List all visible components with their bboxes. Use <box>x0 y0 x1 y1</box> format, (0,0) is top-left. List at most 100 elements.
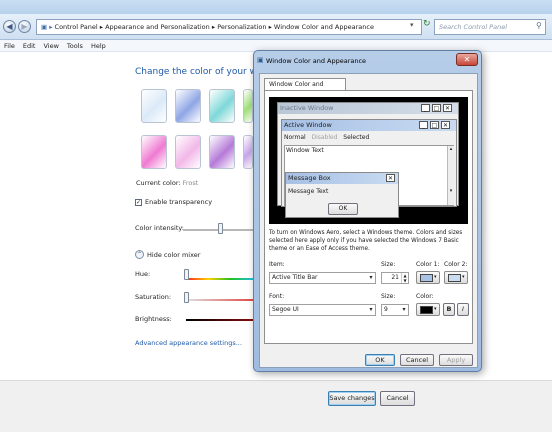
color2-label: Color 2: <box>444 261 468 268</box>
aero-info-text: To turn on Windows Aero, select a Window… <box>269 230 463 252</box>
collapse-chevron-icon[interactable]: ⌃ <box>135 250 144 259</box>
chevron-down-icon: ▾ <box>434 274 437 280</box>
preview-menu: Normal Disabled Selected <box>284 134 369 141</box>
hue-label: Hue: <box>135 270 151 278</box>
navigation-bar: ◀ ▶ ▣ ▸ Control Panel ▸ Appearance and P… <box>0 14 552 40</box>
hue-slider-track <box>186 278 253 280</box>
spin-arrows-icon[interactable]: ▲ ▼ <box>401 273 408 283</box>
item-label: Item: <box>269 261 285 268</box>
font-size-value: 9 <box>384 306 388 313</box>
dialog-cancel-button[interactable]: Cancel <box>400 354 434 366</box>
color-swatch[interactable] <box>243 135 253 169</box>
menu-view[interactable]: View <box>39 40 62 52</box>
current-color: Current color: Frost <box>136 179 198 187</box>
close-icon: ✕ <box>441 121 450 129</box>
font-select[interactable]: Segoe UI ▾ <box>269 304 376 316</box>
dialog-tab-panel: Inactive Window _ □ ✕ Active Window _ □ … <box>264 90 473 344</box>
intensity-label: Color intensity: <box>135 224 184 232</box>
preview-active-title-text: Active Window <box>284 121 332 129</box>
color-swatch[interactable] <box>175 135 201 169</box>
preview-msgbox-text: Message Text <box>288 188 329 195</box>
size-label: Size: <box>381 261 396 268</box>
breadcrumb-window-color[interactable]: Window Color and Appearance <box>274 23 374 31</box>
font-color-label: Color: <box>416 293 434 300</box>
intensity-slider-thumb[interactable] <box>218 223 223 234</box>
italic-toggle[interactable]: I <box>457 303 469 316</box>
hide-color-mixer-link[interactable]: Hide color mixer <box>147 251 200 259</box>
chevron-down-icon: ▾ <box>369 306 373 313</box>
preview-msgbox-title-text: Message Box <box>288 174 331 182</box>
preview-message-box: Message Box ✕ Message Text OK <box>285 172 399 218</box>
search-icon[interactable]: ⚲ <box>536 21 542 30</box>
appearance-preview[interactable]: Inactive Window _ □ ✕ Active Window _ □ … <box>269 97 468 224</box>
chevron-down-icon: ▾ <box>434 306 437 312</box>
footer-bar <box>0 380 552 432</box>
bold-toggle[interactable]: B <box>443 303 455 316</box>
chevron-down-icon: ▾ <box>462 274 465 280</box>
font-color-button[interactable]: ▾ <box>416 303 440 316</box>
address-bar[interactable]: ▣ ▸ Control Panel ▸ Appearance and Perso… <box>36 19 422 35</box>
menu-file[interactable]: File <box>0 40 19 52</box>
saturation-label: Saturation: <box>135 293 172 301</box>
brightness-label: Brightness: <box>135 315 172 323</box>
window-color-dialog: ▣ Window Color and Appearance ✕ Window C… <box>253 50 482 372</box>
search-input[interactable]: Search Control Panel <box>434 19 546 35</box>
save-changes-button[interactable]: Save changes <box>328 391 376 406</box>
back-button[interactable]: ◀ <box>3 20 16 33</box>
preview-inactive-title-text: Inactive Window <box>280 104 334 112</box>
current-color-value: Frost <box>182 179 199 187</box>
menu-tools[interactable]: Tools <box>63 40 87 52</box>
minimize-icon: _ <box>419 121 428 129</box>
transparency-checkbox[interactable]: ✓ <box>135 199 142 206</box>
preview-ok-button: OK <box>328 203 358 215</box>
preview-menu-normal: Normal <box>284 134 306 141</box>
dialog-apply-button[interactable]: Apply <box>439 354 473 366</box>
saturation-slider-thumb[interactable] <box>184 292 189 303</box>
color1-button[interactable]: ▾ <box>416 271 440 284</box>
close-icon: ✕ <box>443 104 452 112</box>
minimize-icon: _ <box>421 104 430 112</box>
breadcrumb-control-panel[interactable]: Control Panel <box>55 23 98 31</box>
transparency-label: Enable transparency <box>145 198 213 206</box>
menu-edit[interactable]: Edit <box>19 40 40 52</box>
dialog-close-button[interactable]: ✕ <box>456 53 478 66</box>
item-select[interactable]: Active Title Bar ▾ <box>269 272 376 284</box>
saturation-slider-track <box>186 299 253 301</box>
font-label: Font: <box>269 293 285 300</box>
chevron-down-icon: ▾ <box>369 274 373 281</box>
hue-slider-thumb[interactable] <box>184 269 189 280</box>
preview-inactive-title: Inactive Window <box>278 103 458 114</box>
color-swatch[interactable] <box>209 89 235 123</box>
color-swatch[interactable] <box>141 135 167 169</box>
item-size-stepper[interactable]: 21 ▲ ▼ <box>381 272 409 284</box>
color-swatch[interactable] <box>243 89 253 123</box>
breadcrumb-personalization[interactable]: Personalization <box>217 23 266 31</box>
preview-window-text: Window Text <box>286 147 324 154</box>
forward-button[interactable]: ▶ <box>18 20 31 33</box>
color2-button[interactable]: ▾ <box>444 271 468 284</box>
preview-scrollbar: ▴ ▾ <box>447 146 454 205</box>
maximize-icon: □ <box>432 104 441 112</box>
menu-help[interactable]: Help <box>87 40 110 52</box>
advanced-appearance-link[interactable]: Advanced appearance settings... <box>135 339 242 347</box>
dialog-app-icon: ▣ <box>257 56 264 64</box>
font-color-chip <box>420 306 433 314</box>
preview-msgbox-title: Message Box <box>286 173 398 184</box>
font-size-select[interactable]: 9 ▾ <box>381 304 409 316</box>
color1-chip <box>420 274 433 282</box>
maximize-icon: □ <box>430 121 439 129</box>
color-swatch[interactable] <box>209 135 235 169</box>
color-swatch[interactable] <box>141 89 167 123</box>
chevron-down-icon: ▾ <box>402 306 406 313</box>
folder-icon: ▣ ▸ <box>41 23 55 31</box>
preview-menu-selected: Selected <box>343 134 370 141</box>
dialog-ok-button[interactable]: OK <box>365 354 395 366</box>
item-size-value: 21 <box>391 274 399 281</box>
font-size-label: Size: <box>381 293 396 300</box>
color-swatch[interactable] <box>175 89 201 123</box>
cancel-button[interactable]: Cancel <box>380 391 415 406</box>
color1-label: Color 1: <box>416 261 440 268</box>
breadcrumb-appearance[interactable]: Appearance and Personalization <box>105 23 210 31</box>
address-dropdown-icon[interactable]: ▾ <box>410 21 414 29</box>
refresh-icon[interactable]: ↻ <box>423 19 431 29</box>
